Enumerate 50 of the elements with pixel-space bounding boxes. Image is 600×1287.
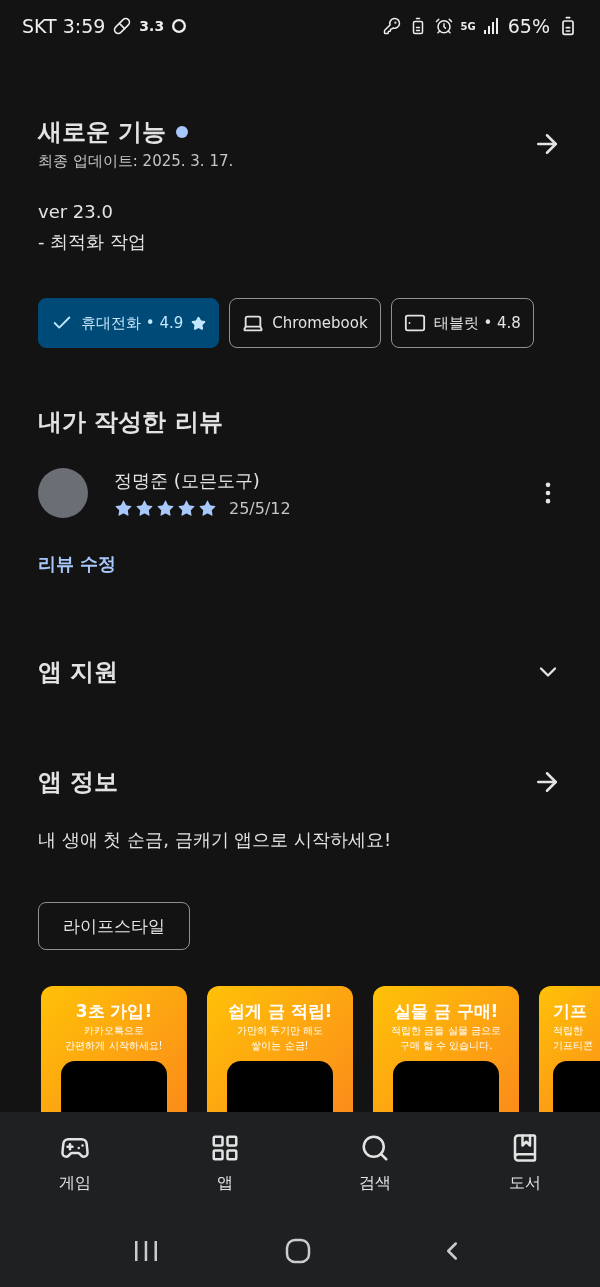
search-icon [360, 1133, 390, 1163]
screenshot-caption: 쌓이는 순금! [251, 1039, 309, 1053]
device-chip[interactable]: Chromebook [229, 298, 381, 348]
screenshot-title: 쉽게 금 적립! [227, 1000, 333, 1023]
screenshot-title: 실물 금 구매! [393, 1000, 499, 1023]
signal-icon [483, 18, 500, 34]
app-description: 내 생애 첫 순금, 금캐기 앱으로 시작하세요! [38, 828, 393, 852]
avatar-placeholder [38, 468, 88, 518]
nav-tab[interactable]: 도서 [475, 1132, 575, 1195]
release-notes: - 최적화 작업 [38, 230, 147, 254]
apps-grid-icon [210, 1133, 240, 1163]
nav-tab[interactable]: 검색 [325, 1132, 425, 1195]
screenshot-caption: 카카오톡으로 [84, 1024, 144, 1038]
category-tag[interactable]: 라이프스타일 [38, 902, 190, 950]
screenshot-caption: 기프티콘 [553, 1039, 593, 1053]
star-icon [114, 498, 133, 518]
reviewer-name: 정명준 (모믄도구) [114, 468, 261, 493]
screenshot-caption: 적립한 금을 실물 금으로 [391, 1024, 501, 1038]
network-type: 5G [460, 20, 476, 32]
screenshot-caption: 간편하게 시작하세요! [65, 1039, 163, 1053]
section-title: 앱 정보 [38, 767, 119, 798]
nav-tab[interactable]: 게임 [25, 1132, 125, 1195]
section-title: 내가 작성한 리뷰 [38, 407, 224, 438]
screenshot-title: 기프 [553, 1000, 587, 1023]
pill-icon [113, 17, 132, 35]
star-icon [198, 498, 217, 518]
review-date: 25/5/12 [229, 498, 291, 518]
screenshot-caption: 구매 할 수 있습니다. [399, 1039, 493, 1053]
edit-review-link[interactable]: 리뷰 수정 [38, 552, 117, 576]
star-icon [135, 498, 154, 518]
new-indicator-dot [176, 126, 189, 138]
nav-tab[interactable]: 앱 [175, 1132, 275, 1195]
device-chip[interactable]: 휴대전화 • 4.9 [38, 298, 220, 348]
tablet-icon [403, 312, 426, 334]
star-icon [156, 498, 175, 518]
carrier-time: SKT 3:59 [22, 15, 106, 37]
section-title: 앱 지원 [38, 657, 119, 688]
device-chip[interactable]: 태블릿 • 4.8 [390, 298, 534, 348]
screenshot-caption: 적립한 [553, 1024, 583, 1038]
update-date: 최종 업데이트: 2025. 3. 17. [38, 152, 234, 171]
data-speed: 3.3 [139, 18, 165, 34]
star-icon [177, 498, 196, 518]
section-title: 새로운 기능 [38, 117, 167, 148]
star-icon [191, 315, 207, 331]
screenshot-title: 3초 가입! [75, 1000, 153, 1023]
key-icon [382, 17, 401, 35]
screenshot-caption: 가만히 두기만 해도 [236, 1024, 324, 1038]
version-text: ver 23.0 [38, 201, 114, 222]
alarm-icon [434, 17, 453, 35]
battery-percent: 65% [507, 15, 550, 37]
